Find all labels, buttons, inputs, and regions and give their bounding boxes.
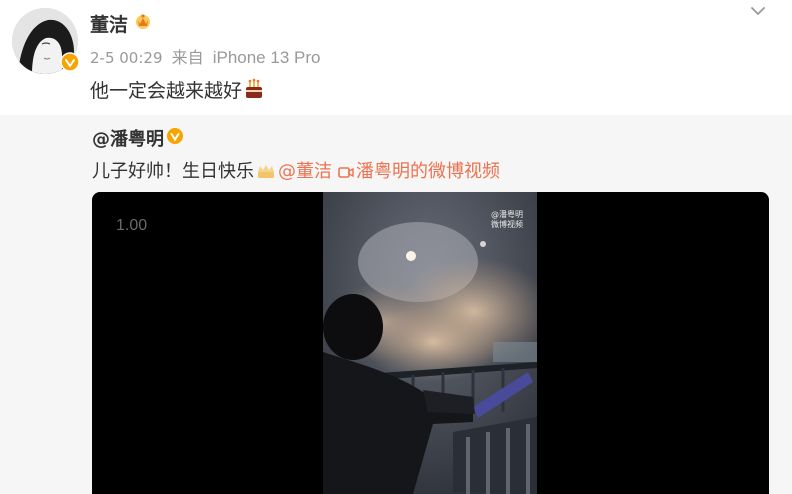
video-frame[interactable]: @潘粤明 微博视频: [323, 192, 537, 494]
post-meta: 2-5 00:29 来自 iPhone 13 Pro: [90, 44, 320, 68]
playback-speed[interactable]: 1.00: [116, 217, 147, 235]
source-prefix: 来自: [171, 48, 204, 67]
watermark-account: @潘粤明: [491, 210, 523, 219]
video-link[interactable]: 潘粤明的微博视频: [356, 161, 500, 182]
repost-card[interactable]: @潘粤明 儿子好帅！生日快乐 @董洁 潘粤明的微博视频 1.00 @潘粤明 微博…: [0, 115, 792, 494]
post-text: 他一定会越来越好: [90, 76, 265, 105]
post-timestamp[interactable]: 2-5 00:29: [90, 49, 163, 67]
post-body: 他一定会越来越好: [90, 80, 243, 102]
repost-text: 儿子好帅！生日快乐 @董洁 潘粤明的微博视频: [92, 157, 500, 185]
repost-author[interactable]: @潘粤明: [92, 125, 164, 151]
verified-badge-icon: [60, 52, 80, 72]
author-name[interactable]: 董洁: [90, 10, 128, 37]
crown-icon: [256, 162, 276, 185]
mention-link[interactable]: @董洁: [278, 161, 332, 182]
repost-body: 儿子好帅！生日快乐: [92, 161, 254, 182]
video-watermark: @潘粤明 微博视频: [491, 210, 523, 230]
birthday-cake-icon: [243, 78, 265, 105]
crown-badge-icon[interactable]: [135, 12, 151, 34]
verified-badge-icon: [166, 127, 184, 149]
video-player[interactable]: 1.00 @潘粤明 微博视频: [92, 192, 769, 494]
video-camera-icon[interactable]: [338, 163, 354, 184]
chevron-down-icon[interactable]: [748, 2, 768, 20]
device-name: iPhone 13 Pro: [212, 48, 321, 67]
watermark-source: 微博视频: [491, 220, 523, 229]
